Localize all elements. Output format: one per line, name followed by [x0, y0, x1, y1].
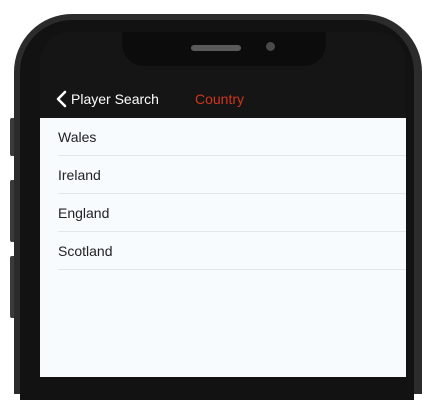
list-item-label: England	[58, 205, 110, 221]
list-item-scotland[interactable]: Scotland	[58, 232, 406, 270]
list-item-label: Ireland	[58, 167, 101, 183]
navigation-bar: Player Search Country	[40, 82, 406, 116]
speaker-grille	[191, 45, 241, 51]
country-list: Wales Ireland England Scotland	[40, 118, 406, 377]
list-item-label: Scotland	[58, 243, 113, 259]
list-item-wales[interactable]: Wales	[58, 118, 406, 156]
phone-screen: Player Search Country Wales Ireland Engl…	[40, 32, 406, 377]
back-button-player-search[interactable]: Player Search	[71, 90, 159, 108]
list-item-label: Wales	[58, 129, 97, 145]
list-item-england[interactable]: England	[58, 194, 406, 232]
notch	[122, 32, 326, 66]
list-item-ireland[interactable]: Ireland	[58, 156, 406, 194]
page-title: Country	[195, 91, 245, 107]
chevron-left-icon[interactable]	[54, 90, 70, 108]
front-camera	[266, 42, 275, 51]
